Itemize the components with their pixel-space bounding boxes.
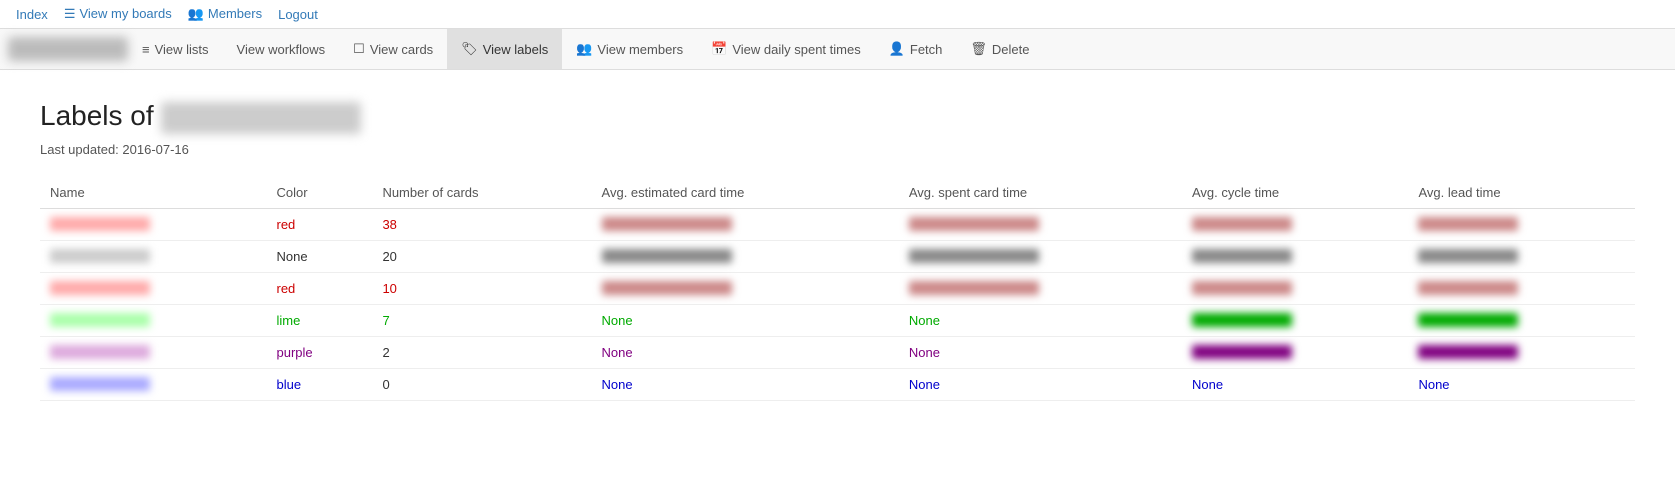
labels-table: Name Color Number of cards Avg. estimate… xyxy=(40,177,1635,401)
cell-name xyxy=(40,368,266,400)
cell-name xyxy=(40,240,266,272)
cell-name xyxy=(40,272,266,304)
sub-nav-view-members[interactable]: 👥 View members xyxy=(562,29,697,69)
col-avg-spent: Avg. spent card time xyxy=(899,177,1182,209)
cell-cards: 2 xyxy=(372,336,591,368)
members-icon: 👥 xyxy=(188,6,204,21)
cell-color: lime xyxy=(266,304,372,336)
table-row: None20 xyxy=(40,240,1635,272)
nav-index[interactable]: Index xyxy=(16,7,48,22)
cell-avg-lead xyxy=(1408,272,1635,304)
cell-avg-spent: None xyxy=(899,304,1182,336)
sub-nav-delete[interactable]: 🗑 Delete xyxy=(956,29,1043,69)
nav-view-my-boards[interactable]: ☰View my boards xyxy=(64,6,172,22)
main-content: Labels of Last updated: 2016-07-16 Name … xyxy=(0,70,1675,431)
cell-avg-lead xyxy=(1408,336,1635,368)
cell-avg-lead xyxy=(1408,240,1635,272)
board-title-blurred xyxy=(161,102,361,134)
card-icon: ☐ xyxy=(353,41,365,57)
cell-avg-cycle xyxy=(1182,336,1408,368)
sub-nav-view-lists[interactable]: ≡ View lists xyxy=(128,30,223,69)
table-row: red10 xyxy=(40,272,1635,304)
sub-nav-view-daily-spent[interactable]: 📅 View daily spent times xyxy=(697,29,875,69)
list-icon: ≡ xyxy=(142,42,150,57)
cell-cards: 10 xyxy=(372,272,591,304)
sub-nav-fetch[interactable]: 👤 Fetch xyxy=(875,29,957,69)
cell-cards: 0 xyxy=(372,368,591,400)
label-icon: 🏷 xyxy=(461,41,478,57)
cell-avg-cycle xyxy=(1182,272,1408,304)
cell-color: None xyxy=(266,240,372,272)
col-avg-lead: Avg. lead time xyxy=(1408,177,1635,209)
cell-avg-cycle: None xyxy=(1182,368,1408,400)
cell-avg-spent: None xyxy=(899,336,1182,368)
sub-nav-view-labels[interactable]: 🏷 View labels xyxy=(447,29,562,69)
col-avg-cycle: Avg. cycle time xyxy=(1182,177,1408,209)
last-updated: Last updated: 2016-07-16 xyxy=(40,142,1635,157)
cell-avg-cycle xyxy=(1182,240,1408,272)
sub-nav-view-workflows[interactable]: View workflows xyxy=(223,30,340,69)
col-name: Name xyxy=(40,177,266,209)
table-row: blue0NoneNoneNoneNone xyxy=(40,368,1635,400)
nav-logout[interactable]: Logout xyxy=(278,7,318,22)
cell-avg-spent: None xyxy=(899,368,1182,400)
cell-color: red xyxy=(266,208,372,240)
table-row: lime7NoneNone xyxy=(40,304,1635,336)
cell-cards: 38 xyxy=(372,208,591,240)
col-color: Color xyxy=(266,177,372,209)
cell-name xyxy=(40,336,266,368)
cell-avg-lead: None xyxy=(1408,368,1635,400)
trash-icon: 🗑 xyxy=(970,41,987,57)
cell-avg-spent xyxy=(899,208,1182,240)
col-cards: Number of cards xyxy=(372,177,591,209)
cell-color: red xyxy=(266,272,372,304)
sub-nav: ≡ View lists View workflows ☐ View cards… xyxy=(0,29,1675,70)
col-avg-estimated: Avg. estimated card time xyxy=(592,177,899,209)
cell-avg-estimated: None xyxy=(592,368,899,400)
cell-avg-estimated xyxy=(592,240,899,272)
cell-avg-cycle xyxy=(1182,304,1408,336)
cell-avg-spent xyxy=(899,240,1182,272)
table-row: red38 xyxy=(40,208,1635,240)
cell-avg-cycle xyxy=(1182,208,1408,240)
table-row: purple2NoneNone xyxy=(40,336,1635,368)
list-icon: ☰ xyxy=(64,6,76,21)
top-nav: Index ☰View my boards 👥Members Logout xyxy=(0,0,1675,29)
cell-avg-estimated: None xyxy=(592,304,899,336)
board-name xyxy=(8,37,128,61)
fetch-icon: 👤 xyxy=(889,41,905,57)
cell-name xyxy=(40,304,266,336)
nav-members[interactable]: 👥Members xyxy=(188,6,262,22)
cell-cards: 7 xyxy=(372,304,591,336)
sub-nav-view-cards[interactable]: ☐ View cards xyxy=(339,29,447,69)
cell-avg-estimated xyxy=(592,272,899,304)
cell-avg-lead xyxy=(1408,208,1635,240)
members-icon: 👥 xyxy=(576,41,592,57)
cell-cards: 20 xyxy=(372,240,591,272)
cell-name xyxy=(40,208,266,240)
cell-color: purple xyxy=(266,336,372,368)
cell-avg-lead xyxy=(1408,304,1635,336)
cell-avg-estimated xyxy=(592,208,899,240)
page-title: Labels of xyxy=(40,100,1635,134)
cell-avg-spent xyxy=(899,272,1182,304)
cell-avg-estimated: None xyxy=(592,336,899,368)
cell-color: blue xyxy=(266,368,372,400)
calendar-icon: 📅 xyxy=(711,41,727,57)
